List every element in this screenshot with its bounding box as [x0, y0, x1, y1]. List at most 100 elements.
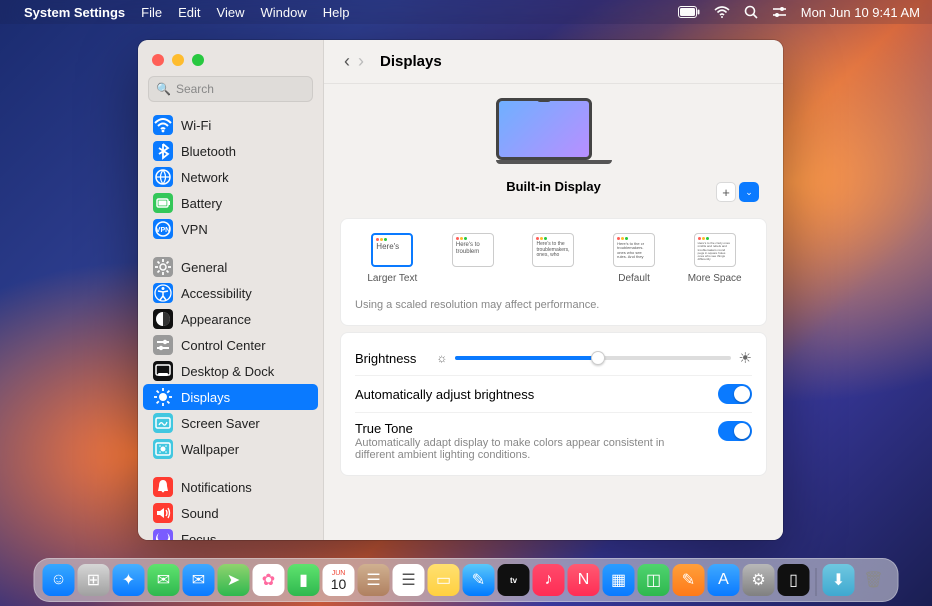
- true-tone-label: True Tone: [355, 421, 675, 436]
- dock-trash-icon[interactable]: 🗑: [858, 564, 890, 596]
- minimize-button[interactable]: [172, 54, 184, 66]
- dock-separator: [816, 568, 817, 596]
- sidebar-item-screen-saver[interactable]: Screen Saver: [143, 410, 318, 436]
- dock-settings-icon[interactable]: ⚙: [743, 564, 775, 596]
- brightness-label: Brightness: [355, 351, 416, 366]
- sidebar-item-label: Network: [181, 170, 229, 185]
- dock-launchpad-icon[interactable]: ⊞: [78, 564, 110, 596]
- wifi-status-icon[interactable]: [714, 6, 730, 18]
- dock-calendar-icon[interactable]: JUN10: [323, 564, 355, 596]
- sidebar-item-label: Notifications: [181, 480, 252, 495]
- dock-appstore-icon[interactable]: A: [708, 564, 740, 596]
- disp-icon: [153, 387, 173, 407]
- search-placeholder: Search: [176, 82, 214, 96]
- dock-pages-icon[interactable]: ✎: [673, 564, 705, 596]
- dock-messages-icon[interactable]: ✉: [148, 564, 180, 596]
- close-button[interactable]: [152, 54, 164, 66]
- dock-news-icon[interactable]: N: [568, 564, 600, 596]
- sidebar-item-label: Displays: [181, 390, 230, 405]
- gear-icon: [153, 257, 173, 277]
- search-input[interactable]: 🔍 Search: [148, 76, 313, 102]
- sidebar-item-wi-fi[interactable]: Wi-Fi: [143, 112, 318, 138]
- dock-photos-icon[interactable]: ✿: [253, 564, 285, 596]
- resolution-option-1[interactable]: Here's to troublem: [436, 233, 511, 285]
- display-options-dropdown[interactable]: ⌄: [739, 182, 759, 202]
- dock-tv-icon[interactable]: tv: [498, 564, 530, 596]
- battery-status-icon[interactable]: [678, 6, 700, 18]
- acc-icon: [153, 283, 173, 303]
- sidebar-item-focus[interactable]: Focus: [143, 526, 318, 540]
- menubar-app-name[interactable]: System Settings: [24, 5, 125, 20]
- forward-button[interactable]: ›: [354, 51, 368, 72]
- content-body[interactable]: Built-in Display + ⌄ Here'sLarger TextHe…: [324, 84, 783, 540]
- sidebar-item-wallpaper[interactable]: Wallpaper: [143, 436, 318, 462]
- resolution-option-2[interactable]: Here's to the troublemakers, ones, who: [516, 233, 591, 285]
- resolution-option-3[interactable]: Here's to the cr troublemakers. ones who…: [597, 233, 672, 285]
- sidebar-item-notifications[interactable]: Notifications: [143, 474, 318, 500]
- page-title: Displays: [380, 53, 442, 70]
- sidebar-item-label: Appearance: [181, 312, 251, 327]
- dock-keynote-icon[interactable]: ▦: [603, 564, 635, 596]
- dock-iphone-icon[interactable]: ▯: [778, 564, 810, 596]
- sidebar-item-label: General: [181, 260, 227, 275]
- dock-maps-icon[interactable]: ➤: [218, 564, 250, 596]
- sidebar-item-appearance[interactable]: Appearance: [143, 306, 318, 332]
- control-center-icon[interactable]: [772, 6, 787, 18]
- dock-notes-icon[interactable]: ▭: [428, 564, 460, 596]
- sidebar-item-label: Screen Saver: [181, 416, 260, 431]
- display-thumbnail[interactable]: [496, 98, 612, 164]
- sidebar-item-battery[interactable]: Battery: [143, 190, 318, 216]
- auto-brightness-toggle[interactable]: [718, 384, 752, 404]
- window-controls: [138, 40, 323, 76]
- dock: ☺⊞✦✉✉➤✿▮JUN10☰☰▭✎tv♪N▦◫✎A⚙▯⬇🗑: [34, 558, 899, 602]
- resolution-note: Using a scaled resolution may affect per…: [355, 299, 752, 311]
- brightness-panel: Brightness ☼ ☀ Automatically adjust brig…: [340, 332, 767, 476]
- dock-reminders-icon[interactable]: ☰: [393, 564, 425, 596]
- resolution-option-4[interactable]: Here's to the crazy ones misfits and reb…: [677, 233, 752, 285]
- desktop: System Settings File Edit View Window He…: [0, 0, 932, 606]
- sidebar-item-bluetooth[interactable]: Bluetooth: [143, 138, 318, 164]
- sun-small-icon: ☼: [436, 351, 447, 365]
- dock-downloads-icon[interactable]: ⬇: [823, 564, 855, 596]
- sidebar-item-desktop-dock[interactable]: Desktop & Dock: [143, 358, 318, 384]
- bat-icon: [153, 193, 173, 213]
- sidebar-item-general[interactable]: General: [143, 254, 318, 280]
- menu-view[interactable]: View: [217, 5, 245, 20]
- content-header: ‹ › Displays: [324, 40, 783, 84]
- dock-numbers-icon[interactable]: ◫: [638, 564, 670, 596]
- sidebar-item-network[interactable]: Network: [143, 164, 318, 190]
- dock-music-icon[interactable]: ♪: [533, 564, 565, 596]
- cc-icon: [153, 335, 173, 355]
- back-button[interactable]: ‹: [340, 51, 354, 72]
- brightness-slider[interactable]: ☼ ☀: [436, 349, 752, 367]
- display-name: Built-in Display: [334, 179, 773, 194]
- sidebar-item-sound[interactable]: Sound: [143, 500, 318, 526]
- dock-safari-icon[interactable]: ✦: [113, 564, 145, 596]
- dock-mail-icon[interactable]: ✉: [183, 564, 215, 596]
- dock-finder-icon[interactable]: ☺: [43, 564, 75, 596]
- resolution-option-0[interactable]: Here'sLarger Text: [355, 233, 430, 285]
- app-icon: [153, 309, 173, 329]
- add-display-button[interactable]: +: [716, 182, 736, 202]
- menu-help[interactable]: Help: [323, 5, 350, 20]
- spotlight-icon[interactable]: [744, 5, 758, 19]
- menu-file[interactable]: File: [141, 5, 162, 20]
- menubar-clock[interactable]: Mon Jun 10 9:41 AM: [801, 5, 920, 20]
- bell-icon: [153, 477, 173, 497]
- sidebar-item-label: Accessibility: [181, 286, 252, 301]
- menu-window[interactable]: Window: [260, 5, 306, 20]
- fullscreen-button[interactable]: [192, 54, 204, 66]
- dock-contacts-icon[interactable]: ☰: [358, 564, 390, 596]
- sidebar-item-accessibility[interactable]: Accessibility: [143, 280, 318, 306]
- sidebar-item-label: Sound: [181, 506, 219, 521]
- dock-facetime-icon[interactable]: ▮: [288, 564, 320, 596]
- sound-icon: [153, 503, 173, 523]
- sidebar-item-vpn[interactable]: VPNVPN: [143, 216, 318, 242]
- sidebar-item-control-center[interactable]: Control Center: [143, 332, 318, 358]
- sidebar-list[interactable]: Wi-FiBluetooth Network Battery VPNVPN Genera…: [138, 112, 323, 540]
- sidebar-item-displays[interactable]: Displays: [143, 384, 318, 410]
- menu-edit[interactable]: Edit: [178, 5, 200, 20]
- dock-freeform-icon[interactable]: ✎: [463, 564, 495, 596]
- sidebar-item-label: Battery: [181, 196, 222, 211]
- true-tone-toggle[interactable]: [718, 421, 752, 441]
